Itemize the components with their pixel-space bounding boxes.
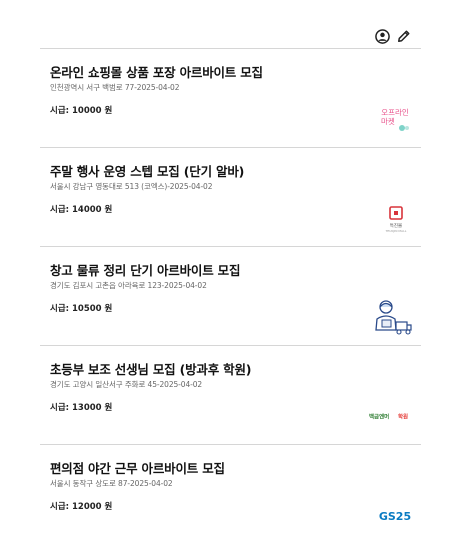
- svg-text:GS25: GS25: [379, 510, 411, 521]
- svg-text:특진몰: 특진몰: [390, 222, 402, 229]
- user-circle-icon[interactable]: [374, 28, 390, 44]
- svg-text:백금엔머: 백금엔머: [369, 413, 389, 421]
- job-pay: 시급: 10500 원: [50, 304, 113, 314]
- delivery-worker-icon: [371, 297, 413, 337]
- job-card[interactable]: 주말 행사 운영 스텝 모집 (단기 알바) 서울시 강남구 영동대로 513 …: [40, 147, 421, 246]
- job-title[interactable]: 온라인 쇼핑몰 상품 포장 아르바이트 모집: [50, 62, 263, 81]
- job-card[interactable]: 편의점 야간 근무 아르바이트 모집 서울시 동작구 상도로 87-2025-0…: [40, 444, 421, 542]
- job-location-date: 서울시 동작구 상도로 87-2025-04-02: [50, 479, 173, 488]
- company-logo: 특진몰 TEUKJIN MALL: [379, 204, 413, 234]
- job-location-date: 인천광역시 서구 백범로 77-2025-04-02: [50, 83, 180, 92]
- job-location-date: 경기도 김포시 고촌읍 아라육로 123-2025-04-02: [50, 281, 207, 290]
- svg-text:TEUKJIN MALL: TEUKJIN MALL: [385, 229, 407, 233]
- job-title[interactable]: 주말 행사 운영 스텝 모집 (단기 알바): [50, 161, 244, 180]
- svg-text:마켓: 마켓: [381, 116, 395, 126]
- job-pay: 시급: 13000 원: [50, 403, 113, 413]
- job-pay: 시급: 12000 원: [50, 502, 113, 512]
- job-location-date: 서울시 강남구 영동대로 513 (코엑스)-2025-04-02: [50, 182, 213, 191]
- job-title[interactable]: 편의점 야간 근무 아르바이트 모집: [50, 458, 225, 477]
- job-pay: 시급: 14000 원: [50, 205, 113, 215]
- svg-text:오프라인: 오프라인: [381, 107, 409, 117]
- job-location-date: 경기도 고양시 일산서구 주화로 45-2025-04-02: [50, 380, 203, 389]
- job-list: 온라인 쇼핑몰 상품 포장 아르바이트 모집 인천광역시 서구 백범로 77-2…: [40, 48, 421, 542]
- job-title[interactable]: 초등부 보조 선생님 모집 (방과후 학원): [50, 359, 251, 378]
- company-logo: 백금엔머 학원: [369, 410, 413, 422]
- company-logo: 오프라인 마켓: [377, 104, 413, 134]
- job-pay: 시급: 10000 원: [50, 106, 113, 116]
- job-card[interactable]: 온라인 쇼핑몰 상품 포장 아르바이트 모집 인천광역시 서구 백범로 77-2…: [40, 48, 421, 147]
- company-logo: GS25: [377, 509, 413, 521]
- job-title[interactable]: 창고 물류 정리 단기 아르바이트 모집: [50, 260, 240, 279]
- svg-text:학원: 학원: [398, 413, 408, 421]
- pencil-icon[interactable]: [396, 28, 412, 44]
- job-card[interactable]: 초등부 보조 선생님 모집 (방과후 학원) 경기도 고양시 일산서구 주화로 …: [40, 345, 421, 444]
- job-card[interactable]: 창고 물류 정리 단기 아르바이트 모집 경기도 김포시 고촌읍 아라육로 12…: [40, 246, 421, 345]
- top-bar: [0, 0, 461, 50]
